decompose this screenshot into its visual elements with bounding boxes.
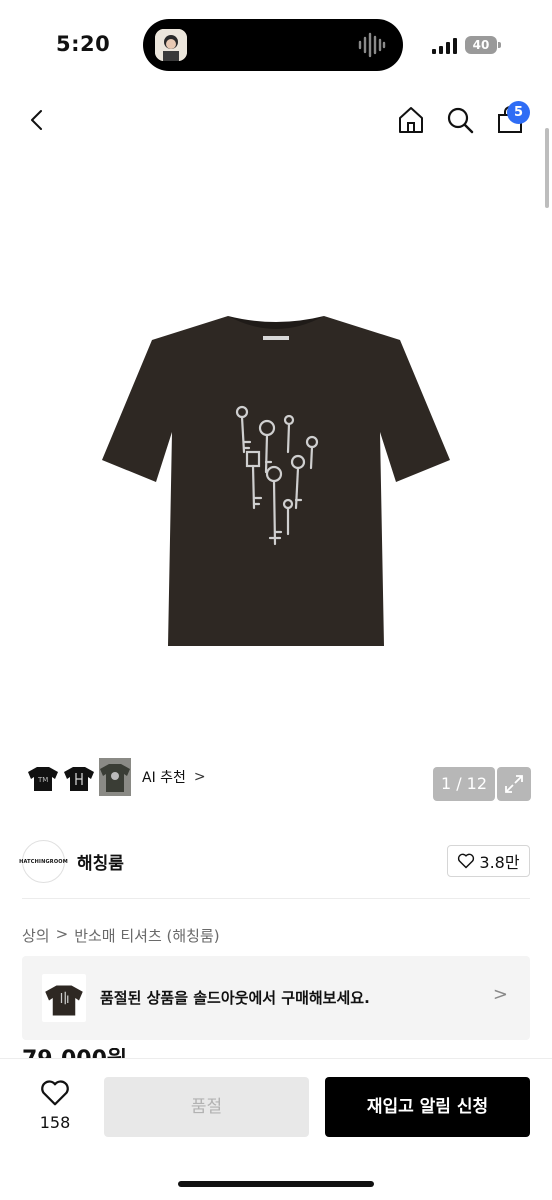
restock-alert-button[interactable]: 재입고 알림 신청 [325, 1077, 530, 1137]
brand-logo-text: HATCHINGROOM [19, 858, 68, 865]
home-button[interactable] [391, 100, 431, 140]
status-time: 5:20 [56, 32, 111, 56]
chevron-right-icon: > [492, 984, 508, 1005]
brand-like-count: 3.8만 [479, 853, 520, 872]
ai-thumb-3 [98, 757, 132, 797]
battery-tip [498, 42, 501, 48]
brand-like-button[interactable]: 3.8만 [447, 845, 530, 877]
home-icon [399, 107, 423, 133]
expand-image-button[interactable] [497, 767, 531, 801]
wish-button[interactable]: 158 [30, 1079, 80, 1132]
breadcrumb-separator: > [55, 925, 69, 943]
breadcrumb: 상의 > 반소매 티셔츠 (해칭룸) [22, 925, 220, 946]
battery-icon: 40 [465, 36, 497, 54]
search-button[interactable] [440, 100, 480, 140]
signal-icon [432, 38, 458, 54]
soldout-button: 품절 [104, 1077, 309, 1137]
back-button[interactable] [18, 100, 58, 140]
ai-recommend-label: AI 추천 [142, 770, 186, 786]
divider [22, 898, 530, 899]
wish-count: 158 [39, 1113, 71, 1132]
image-page-counter: 1 / 12 [433, 767, 495, 801]
ai-recommend-button[interactable]: TM AI 추천 > [22, 754, 208, 800]
heart-icon [458, 853, 475, 869]
ai-thumb-1: TM [26, 757, 60, 797]
chevron-left-icon [31, 110, 42, 130]
bottom-action-bar: 158 품절 재입고 알림 신청 [0, 1058, 552, 1200]
product-image[interactable] [100, 312, 452, 652]
soldout-banner-text: 품절된 상품을 솔드아웃에서 구매해보세요. [100, 989, 370, 1007]
search-icon [447, 107, 474, 134]
scrollbar[interactable] [545, 128, 549, 208]
brand-logo[interactable]: HATCHINGROOM [19, 840, 68, 883]
chevron-right-icon: > [193, 769, 206, 785]
soldout-market-banner[interactable]: 품절된 상품을 솔드아웃에서 구매해보세요. > [22, 956, 530, 1040]
banner-product-thumbnail [42, 974, 86, 1022]
brand-name[interactable]: 해칭룸 [77, 849, 124, 874]
home-indicator[interactable] [178, 1181, 374, 1187]
expand-icon [505, 775, 523, 793]
svg-text:TM: TM [37, 776, 48, 784]
dynamic-island [143, 19, 403, 71]
music-album-icon [155, 29, 187, 61]
breadcrumb-category[interactable]: 상의 [22, 925, 50, 946]
audio-waveform-icon [357, 31, 387, 59]
cart-count-badge: 5 [507, 101, 530, 124]
breadcrumb-subcategory[interactable]: 반소매 티셔츠 (해칭룸) [74, 925, 219, 946]
status-bar: 5:20 40 [0, 0, 552, 90]
ai-thumb-2 [62, 757, 96, 797]
heart-icon [41, 1080, 69, 1106]
